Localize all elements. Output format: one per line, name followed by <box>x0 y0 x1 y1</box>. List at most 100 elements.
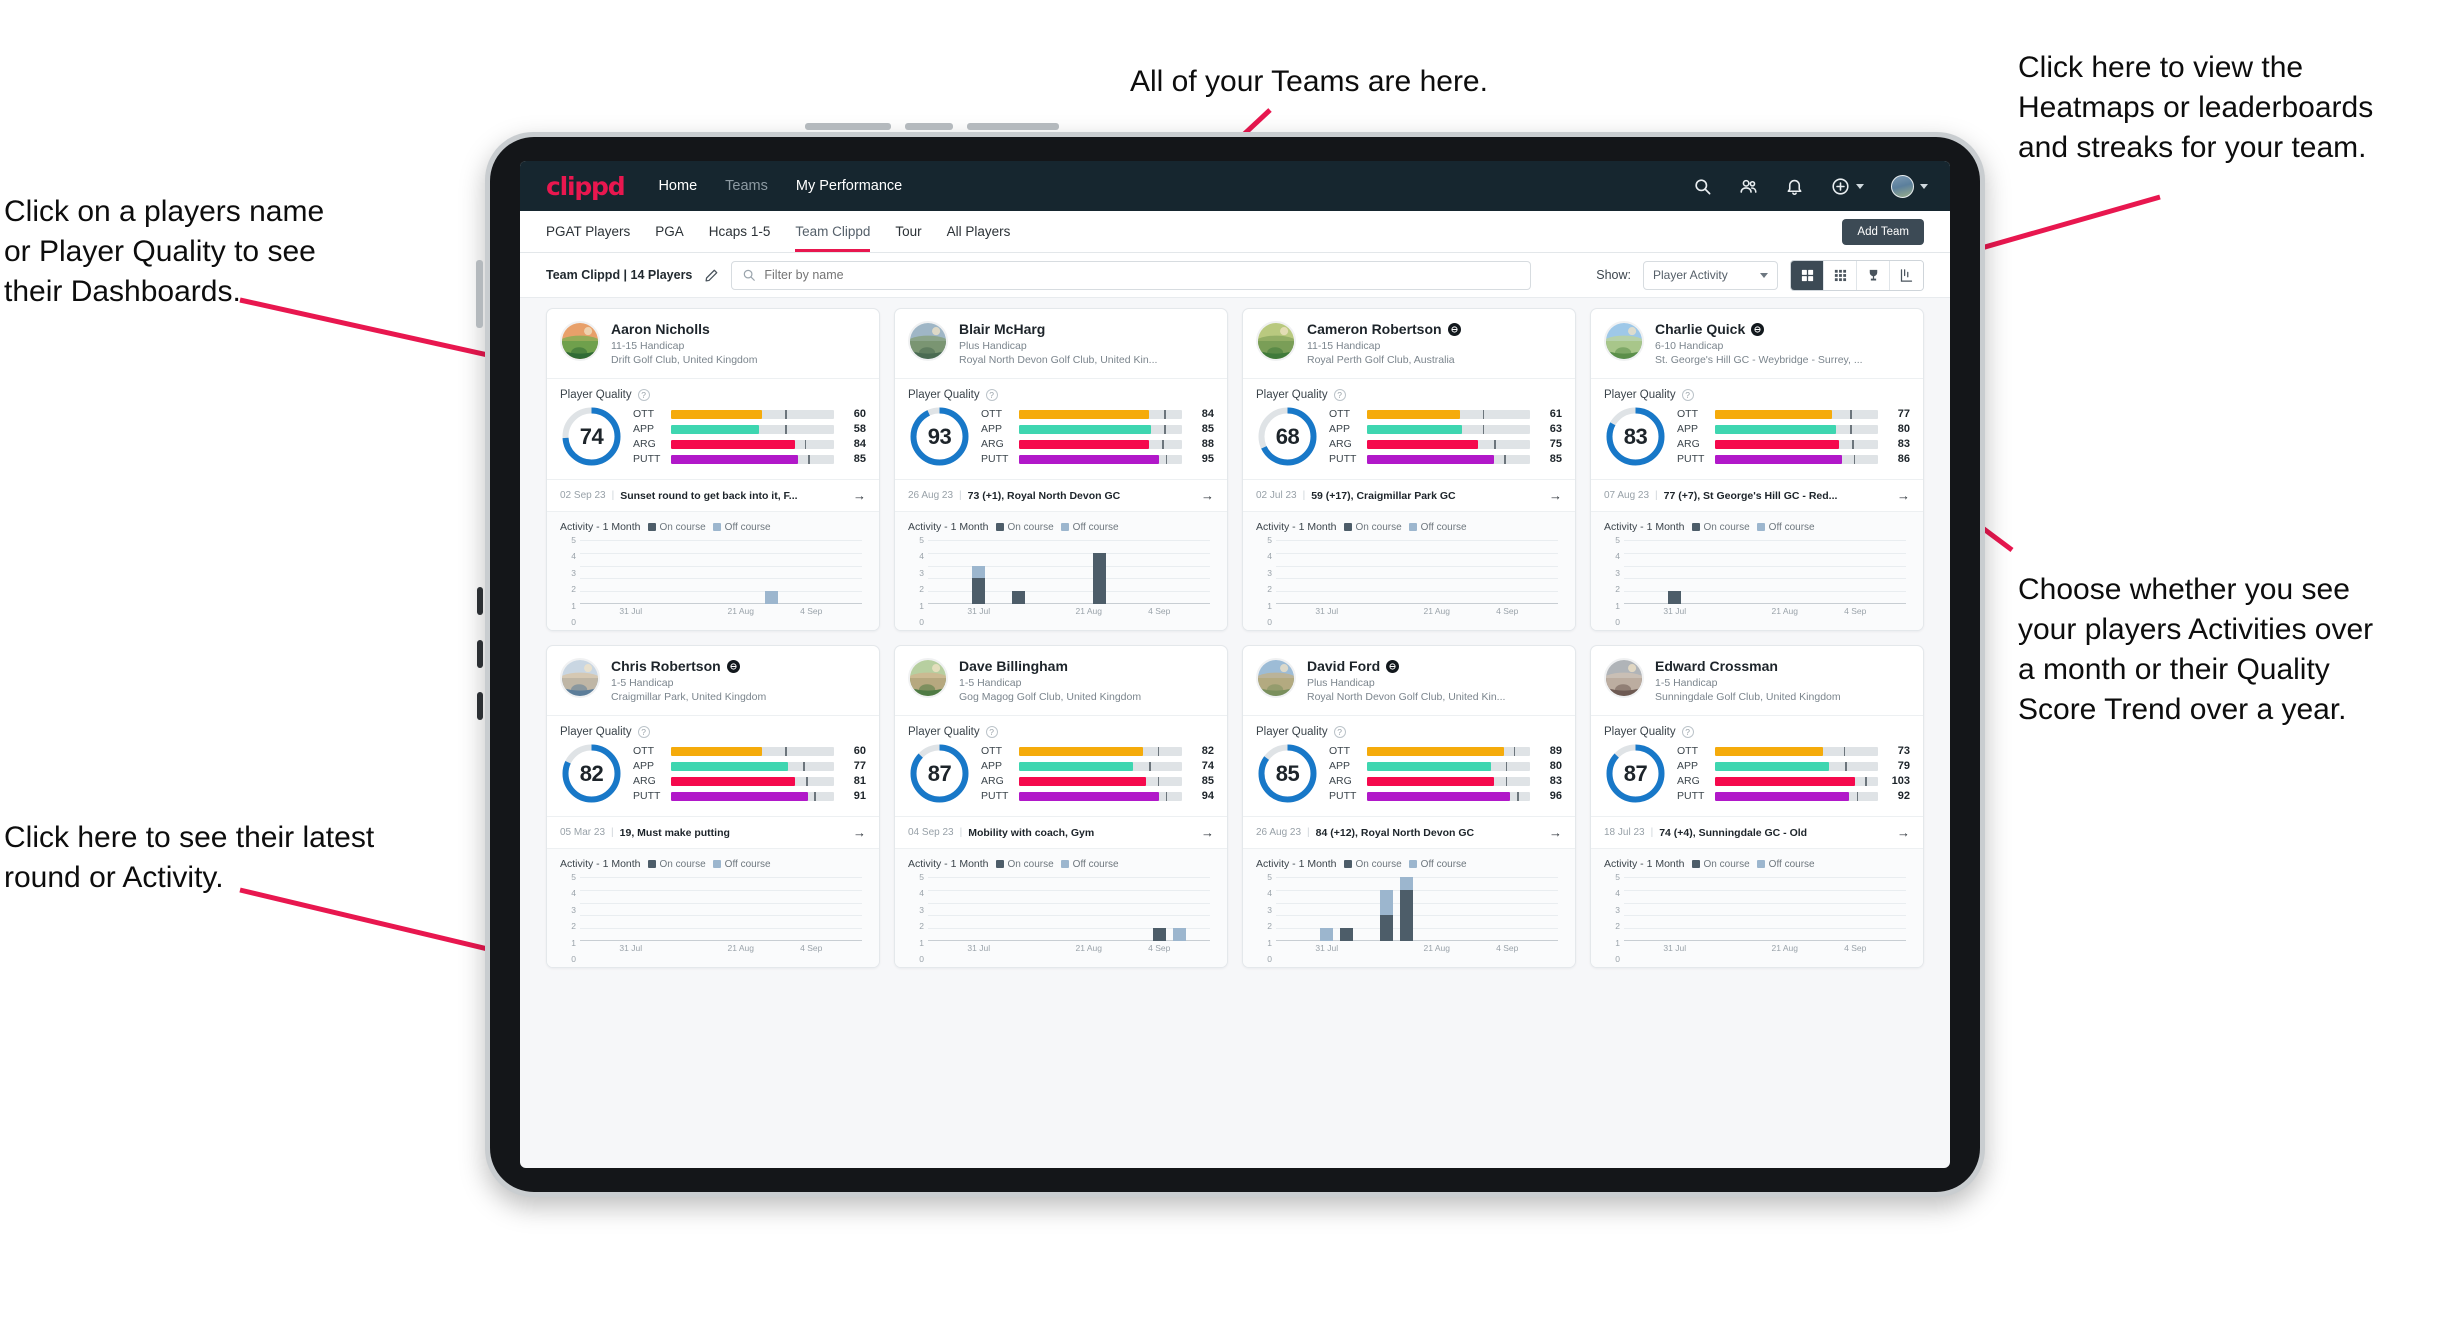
legend-off-course: Off course <box>1756 859 1815 870</box>
help-icon[interactable]: ? <box>1333 389 1346 401</box>
arrow-right-icon[interactable]: → <box>1549 825 1562 840</box>
latest-round-row[interactable]: 26 Aug 23 | 84 (+12), Royal North Devon … <box>1243 816 1575 848</box>
grid-large-view-button[interactable] <box>1791 260 1824 290</box>
arrow-right-icon[interactable]: → <box>1897 488 1910 503</box>
player-name[interactable]: Cameron Robertson <box>1307 321 1442 337</box>
arrow-right-icon[interactable]: → <box>1201 488 1214 503</box>
metric-bar-fill <box>1715 791 1849 801</box>
grid-small-view-button[interactable] <box>1824 260 1857 290</box>
tab-all-players[interactable]: All Players <box>947 211 1011 252</box>
player-card[interactable]: Chris Robertson 1-5 Handicap Craigmillar… <box>546 645 880 968</box>
avatar[interactable] <box>560 658 600 698</box>
clippd-logo[interactable]: clippd <box>546 172 626 201</box>
player-card[interactable]: Charlie Quick 6-10 Handicap St. George's… <box>1590 308 1924 631</box>
arrow-right-icon[interactable]: → <box>1897 825 1910 840</box>
tab-hcaps-1-5[interactable]: Hcaps 1-5 <box>709 211 771 252</box>
bar-column <box>1190 540 1210 604</box>
show-select[interactable]: Player Activity <box>1643 260 1778 290</box>
player-quality-section[interactable]: Player Quality ? 85 OTT 89 APP 80 ARG 83… <box>1243 715 1575 816</box>
player-name[interactable]: Chris Robertson <box>611 658 721 674</box>
tab-team-clippd[interactable]: Team Clippd <box>795 211 871 252</box>
avatar[interactable] <box>1256 658 1296 698</box>
help-icon[interactable]: ? <box>1681 389 1694 401</box>
avatar[interactable] <box>560 321 600 361</box>
pencil-icon[interactable] <box>704 268 719 283</box>
round-description: Mobility with coach, Gym <box>968 826 1095 839</box>
help-icon[interactable]: ? <box>985 726 998 738</box>
bell-icon[interactable] <box>1785 177 1804 196</box>
bar-column <box>761 540 781 604</box>
latest-round-row[interactable]: 07 Aug 23 | 77 (+7), St George's Hill GC… <box>1591 479 1923 511</box>
player-quality-section[interactable]: Player Quality ? 93 OTT 84 APP 85 ARG 88… <box>895 378 1227 479</box>
player-card[interactable]: Edward Crossman 1-5 Handicap Sunningdale… <box>1590 645 1924 968</box>
help-icon[interactable]: ? <box>637 389 650 401</box>
latest-round-row[interactable]: 05 Mar 23 | 19, Must make putting → <box>547 816 879 848</box>
avatar[interactable] <box>1604 321 1644 361</box>
player-name[interactable]: Aaron Nicholls <box>611 321 710 337</box>
player-name[interactable]: Blair McHarg <box>959 321 1045 337</box>
player-quality-section[interactable]: Player Quality ? 87 OTT 82 APP 74 ARG 85… <box>895 715 1227 816</box>
arrow-right-icon[interactable]: → <box>853 488 866 503</box>
nav-link-home[interactable]: Home <box>658 178 697 194</box>
player-card[interactable]: David Ford Plus Handicap Royal North Dev… <box>1242 645 1576 968</box>
player-card[interactable]: Blair McHarg Plus Handicap Royal North D… <box>894 308 1228 631</box>
metric-row: PUTT 86 <box>1677 453 1910 465</box>
user-menu[interactable] <box>1891 174 1928 198</box>
chevron-down-icon[interactable] <box>1920 183 1928 189</box>
player-name[interactable]: Charlie Quick <box>1655 321 1745 337</box>
player-card[interactable]: Dave Billingham 1-5 Handicap Gog Magog G… <box>894 645 1228 968</box>
chevron-down-icon[interactable] <box>1760 272 1768 278</box>
player-quality-section[interactable]: Player Quality ? 87 OTT 73 APP 79 ARG 10… <box>1591 715 1923 816</box>
add-menu[interactable] <box>1831 177 1864 196</box>
people-icon[interactable] <box>1739 177 1758 196</box>
leaderboard-trophy-view-button[interactable] <box>1857 260 1890 290</box>
player-card[interactable]: Aaron Nicholls 11-15 Handicap Drift Golf… <box>546 308 880 631</box>
chevron-down-icon[interactable] <box>1856 183 1864 189</box>
search-icon[interactable] <box>1693 177 1712 196</box>
avatar[interactable] <box>908 658 948 698</box>
nav-link-my-performance[interactable]: My Performance <box>796 178 902 194</box>
tab-pga[interactable]: PGA <box>655 211 684 252</box>
player-name[interactable]: Dave Billingham <box>959 658 1068 674</box>
help-icon[interactable]: ? <box>637 726 650 738</box>
metric-bar-benchmark <box>1165 454 1168 464</box>
latest-round-row[interactable]: 26 Aug 23 | 73 (+1), Royal North Devon G… <box>895 479 1227 511</box>
latest-round-row[interactable]: 02 Sep 23 | Sunset round to get back int… <box>547 479 879 511</box>
round-date: 07 Aug 23 <box>1604 490 1650 501</box>
arrow-right-icon[interactable]: → <box>1201 825 1214 840</box>
metric-bar-fill <box>1715 424 1836 434</box>
add-team-button[interactable]: Add Team <box>1842 218 1924 245</box>
player-quality-title-row: Player Quality ? <box>908 389 1214 401</box>
help-icon[interactable]: ? <box>1681 726 1694 738</box>
latest-round-row[interactable]: 18 Jul 23 | 74 (+4), Sunningdale GC - Ol… <box>1591 816 1923 848</box>
nav-link-teams[interactable]: Teams <box>725 178 768 194</box>
metric-bar <box>1019 454 1182 464</box>
player-quality-section[interactable]: Player Quality ? 68 OTT 61 APP 63 ARG 75… <box>1243 378 1575 479</box>
player-quality-section[interactable]: Player Quality ? 82 OTT 60 APP 77 ARG 81… <box>547 715 879 816</box>
plus-circle-icon[interactable] <box>1831 177 1850 196</box>
player-card[interactable]: Cameron Robertson 11-15 Handicap Royal P… <box>1242 308 1576 631</box>
activity-header: Activity - 1 Month On course Off course <box>1604 521 1910 533</box>
latest-round-row[interactable]: 04 Sep 23 | Mobility with coach, Gym → <box>895 816 1227 848</box>
player-name[interactable]: David Ford <box>1307 658 1380 674</box>
avatar[interactable] <box>908 321 948 361</box>
latest-round-row[interactable]: 02 Jul 23 | 59 (+17), Craigmillar Park G… <box>1243 479 1575 511</box>
avatar[interactable] <box>1256 321 1296 361</box>
players-grid-scroll[interactable]: Aaron Nicholls 11-15 Handicap Drift Golf… <box>520 298 1950 1168</box>
tab-pgat-players[interactable]: PGAT Players <box>546 211 630 252</box>
player-name[interactable]: Edward Crossman <box>1655 658 1778 674</box>
player-quality-section[interactable]: Player Quality ? 83 OTT 77 APP 80 ARG 83… <box>1591 378 1923 479</box>
avatar[interactable] <box>1891 174 1914 198</box>
help-icon[interactable]: ? <box>1333 726 1346 738</box>
metric-bar <box>1019 791 1182 801</box>
tab-tour[interactable]: Tour <box>895 211 921 252</box>
player-quality-section[interactable]: Player Quality ? 74 OTT 60 APP 58 ARG 84… <box>547 378 879 479</box>
chart-bars <box>928 877 1210 941</box>
arrow-right-icon[interactable]: → <box>853 825 866 840</box>
arrow-right-icon[interactable]: → <box>1549 488 1562 503</box>
search-input[interactable] <box>764 268 1521 282</box>
avatar[interactable] <box>1604 658 1644 698</box>
heatmap-view-button[interactable] <box>1890 260 1923 290</box>
help-icon[interactable]: ? <box>985 389 998 401</box>
search-field[interactable] <box>731 260 1532 290</box>
